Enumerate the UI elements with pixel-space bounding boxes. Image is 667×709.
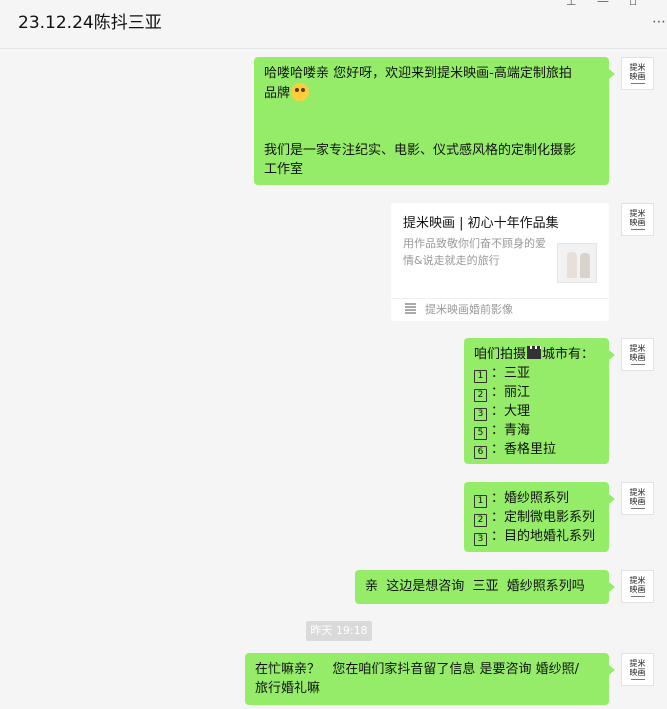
minimize-icon[interactable]: — <box>597 0 609 8</box>
avatar-text: 提米 <box>629 488 646 497</box>
keycap-number-icon: 3 <box>474 533 487 546</box>
message-text: 工作室 <box>264 162 304 177</box>
avatar-text: 映画 <box>629 353 646 362</box>
sender-avatar[interactable]: 提米 映画 <box>621 57 654 90</box>
list-item-text: 目的地婚礼系列 <box>504 529 596 544</box>
pin-icon[interactable]: ⊥ <box>566 0 576 8</box>
message-text: 我们是一家专注纪实、电影、仪式感风格的定制化摄影 <box>264 143 577 158</box>
message-text: 亲 这边是想咨询 三亚 婚纱照系列吗 <box>365 579 585 594</box>
message-bubble-cities[interactable]: 咱们拍摄 城市有： 1 ：三亚 2 ：丽江 3 ：大理 5 ：青海 6 ：香格里拉 <box>464 338 615 464</box>
list-item-text: 青海 <box>504 423 531 438</box>
message-bubble-followup[interactable]: 在忙嘛亲？ 您在咱们家抖音留了信息 是要咨询 婚纱照/ 旅行婚礼嘛 <box>245 653 615 705</box>
list-item-text: 定制微电影系列 <box>504 510 596 525</box>
card-title: 提米映画 | 初心十年作品集 <box>403 216 559 231</box>
chat-title: 23.12.24陈抖三亚 <box>18 13 162 33</box>
list-item: 1 ：三亚 <box>474 364 599 383</box>
avatar-mark <box>630 596 645 597</box>
keycap-number-icon: 1 <box>474 495 487 508</box>
list-item-text: 婚纱照系列 <box>504 491 570 506</box>
keycap-number-icon: 2 <box>474 389 487 402</box>
sender-avatar[interactable]: 提米 映画 <box>621 203 654 236</box>
message-text: 咱们拍摄 <box>474 347 527 362</box>
message-bubble-inquiry[interactable]: 亲 这边是想咨询 三亚 婚纱照系列吗 <box>355 570 615 604</box>
list-item-text: 三亚 <box>504 366 531 381</box>
avatar-mark <box>630 364 645 365</box>
keycap-number-icon: 3 <box>474 408 487 421</box>
avatar-mark <box>630 508 645 509</box>
card-source: 提米映画婚前影像 <box>425 303 513 316</box>
avatar-text: 提米 <box>629 63 646 72</box>
avatar-text: 映画 <box>629 218 646 227</box>
keycap-number-icon: 1 <box>474 370 487 383</box>
maximize-icon[interactable]: ▫ <box>629 0 637 8</box>
avatar-text: 映画 <box>629 668 646 677</box>
shared-link-card[interactable]: 提米映画 | 初心十年作品集 用作品致敬你们奋不顾身的爱情&说走就走的旅行 提米… <box>391 203 609 321</box>
list-item: 5 ：青海 <box>474 421 599 440</box>
chat-header: 23.12.24陈抖三亚 ⊥ — ▫ ⋯ <box>0 0 667 49</box>
message-text: 在忙嘛亲？ 您在咱们家抖音留了信息 是要咨询 婚纱照/ <box>255 662 580 677</box>
card-description: 用作品致敬你们奋不顾身的爱情&说走就走的旅行 <box>403 237 546 267</box>
avatar-mark <box>630 229 645 230</box>
sender-avatar[interactable]: 提米 映画 <box>621 653 654 686</box>
message-text: 城市有： <box>542 347 595 362</box>
list-item: 1 ：婚纱照系列 <box>474 489 599 508</box>
message-text: 哈喽哈喽亲 您好呀，欢迎来到提米映画-高端定制旅拍 <box>264 66 572 81</box>
avatar-text: 映画 <box>629 585 646 594</box>
avatar-text: 提米 <box>629 576 646 585</box>
list-item: 3 ：目的地婚礼系列 <box>474 527 599 546</box>
avatar-text: 提米 <box>629 659 646 668</box>
avatar-text: 映画 <box>629 72 646 81</box>
avatar-text: 映画 <box>629 497 646 506</box>
list-item: 2 ：定制微电影系列 <box>474 508 599 527</box>
avatar-mark <box>630 679 645 680</box>
list-item-text: 丽江 <box>504 385 531 400</box>
keycap-number-icon: 5 <box>474 427 487 440</box>
avatar-mark <box>630 83 645 84</box>
sender-avatar[interactable]: 提米 映画 <box>621 570 654 603</box>
message-bubble-series[interactable]: 1 ：婚纱照系列 2 ：定制微电影系列 3 ：目的地婚礼系列 <box>464 482 615 552</box>
list-item: 6 ：香格里拉 <box>474 440 599 459</box>
list-item: 2 ：丽江 <box>474 383 599 402</box>
avatar-text: 提米 <box>629 209 646 218</box>
sender-avatar[interactable]: 提米 映画 <box>621 338 654 371</box>
keycap-number-icon: 6 <box>474 446 487 459</box>
more-options-icon[interactable]: ⋯ <box>652 14 667 30</box>
card-thumbnail-image <box>557 243 597 283</box>
card-divider <box>391 298 609 299</box>
avatar-text: 提米 <box>629 344 646 353</box>
smiling-face-emoji-icon <box>291 83 310 101</box>
message-text: 旅行婚礼嘛 <box>255 681 321 696</box>
message-bubble-welcome[interactable]: 哈喽哈喽亲 您好呀，欢迎来到提米映画-高端定制旅拍 品牌 我们是一家专注纪实、电… <box>254 57 615 185</box>
list-item-text: 大理 <box>504 404 531 419</box>
keycap-number-icon: 2 <box>474 514 487 527</box>
list-item-text: 香格里拉 <box>504 442 557 457</box>
message-text: 品牌 <box>264 86 291 101</box>
list-item: 3 ：大理 <box>474 402 599 421</box>
mini-program-icon <box>405 303 416 314</box>
sender-avatar[interactable]: 提米 映画 <box>621 482 654 515</box>
clapper-board-icon <box>527 346 542 359</box>
message-timestamp: 昨天 19:18 <box>306 621 372 641</box>
